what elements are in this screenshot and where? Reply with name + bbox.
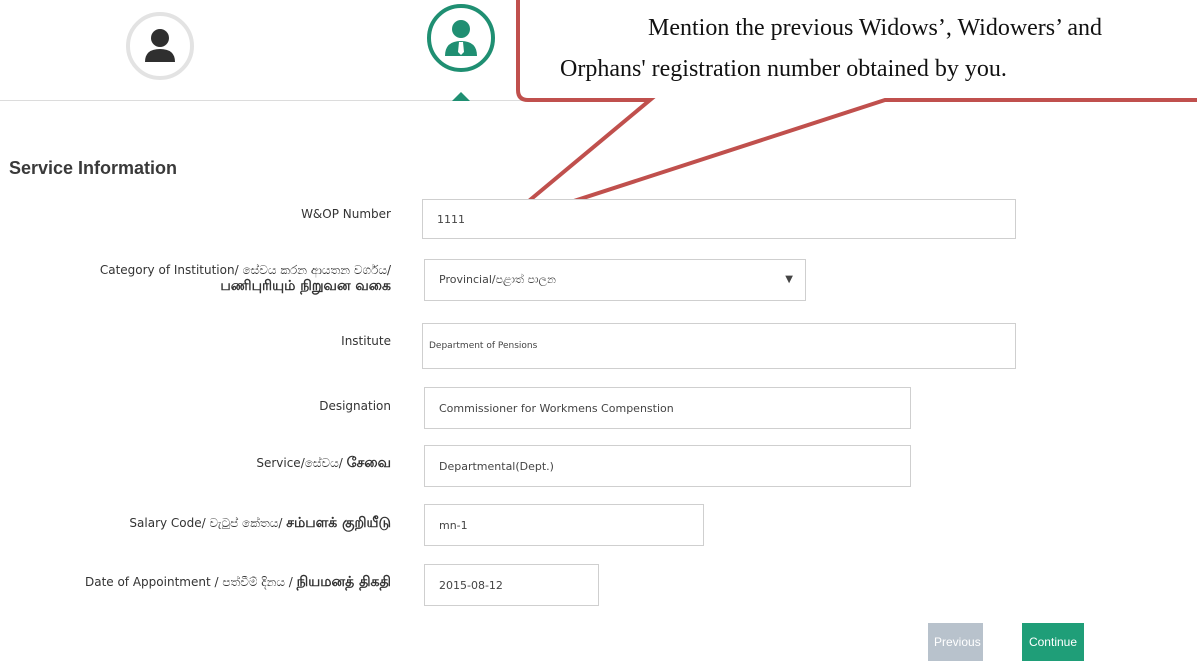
date-of-appointment-label: Date of Appointment / පත්වීම් දිනය / நிய…: [85, 574, 391, 590]
chevron-down-icon: ▼: [785, 274, 793, 285]
salary-code-label-text: Salary Code/ වැටුප් කේතය/: [129, 516, 287, 530]
designation-input[interactable]: Commissioner for Workmens Compenstion: [424, 387, 911, 429]
salary-code-input[interactable]: mn-1: [424, 504, 704, 546]
callout-line-1: Mention the previous Widows’, Widowers’ …: [648, 15, 1102, 41]
service-label-text: Service/සේවය/: [256, 456, 347, 470]
salary-code-label-tamil: சம்பளக் குறியீடு: [286, 515, 391, 531]
category-label: Category of Institution/ සේවය කරන ආයතන ව…: [100, 262, 391, 294]
service-label: Service/සේවය/ சேவை: [256, 455, 391, 471]
category-select-value: Provincial/පළාත් පාලන: [439, 273, 556, 286]
wop-number-input[interactable]: 1111: [422, 199, 1016, 239]
section-title: Service Information: [9, 158, 178, 178]
category-label-line-2: பணிபுரியும் நிறுவன வகை: [220, 278, 391, 294]
category-select[interactable]: Provincial/පළාත් පාලන ▼: [424, 259, 806, 301]
doa-label-text: Date of Appointment / පත්වීම් දිනය /: [84, 575, 297, 589]
institute-label: Institute: [341, 334, 391, 348]
callout-text: Mention the previous Widows’, Widowers’ …: [520, 8, 1190, 90]
doa-label-tamil: நியமனத் திகதி: [296, 574, 391, 590]
continue-button[interactable]: Continue: [1022, 623, 1084, 661]
institute-input[interactable]: Department of Pensions: [422, 323, 1016, 369]
previous-button[interactable]: Previous: [928, 623, 983, 661]
service-input[interactable]: Departmental(Dept.): [424, 445, 911, 487]
category-label-line-1: Category of Institution/ සේවය කරන ආයතන ව…: [99, 263, 391, 277]
date-of-appointment-input[interactable]: 2015-08-12: [424, 564, 599, 606]
salary-code-label: Salary Code/ වැටුප් කේතය/ சம்பளக் குறியீ…: [129, 515, 391, 531]
designation-label: Designation: [319, 399, 391, 413]
service-label-tamil: சேவை: [346, 455, 391, 471]
callout-line-2: Orphans' registration number obtained by…: [560, 56, 1007, 82]
wop-number-label: W&OP Number: [301, 207, 391, 221]
